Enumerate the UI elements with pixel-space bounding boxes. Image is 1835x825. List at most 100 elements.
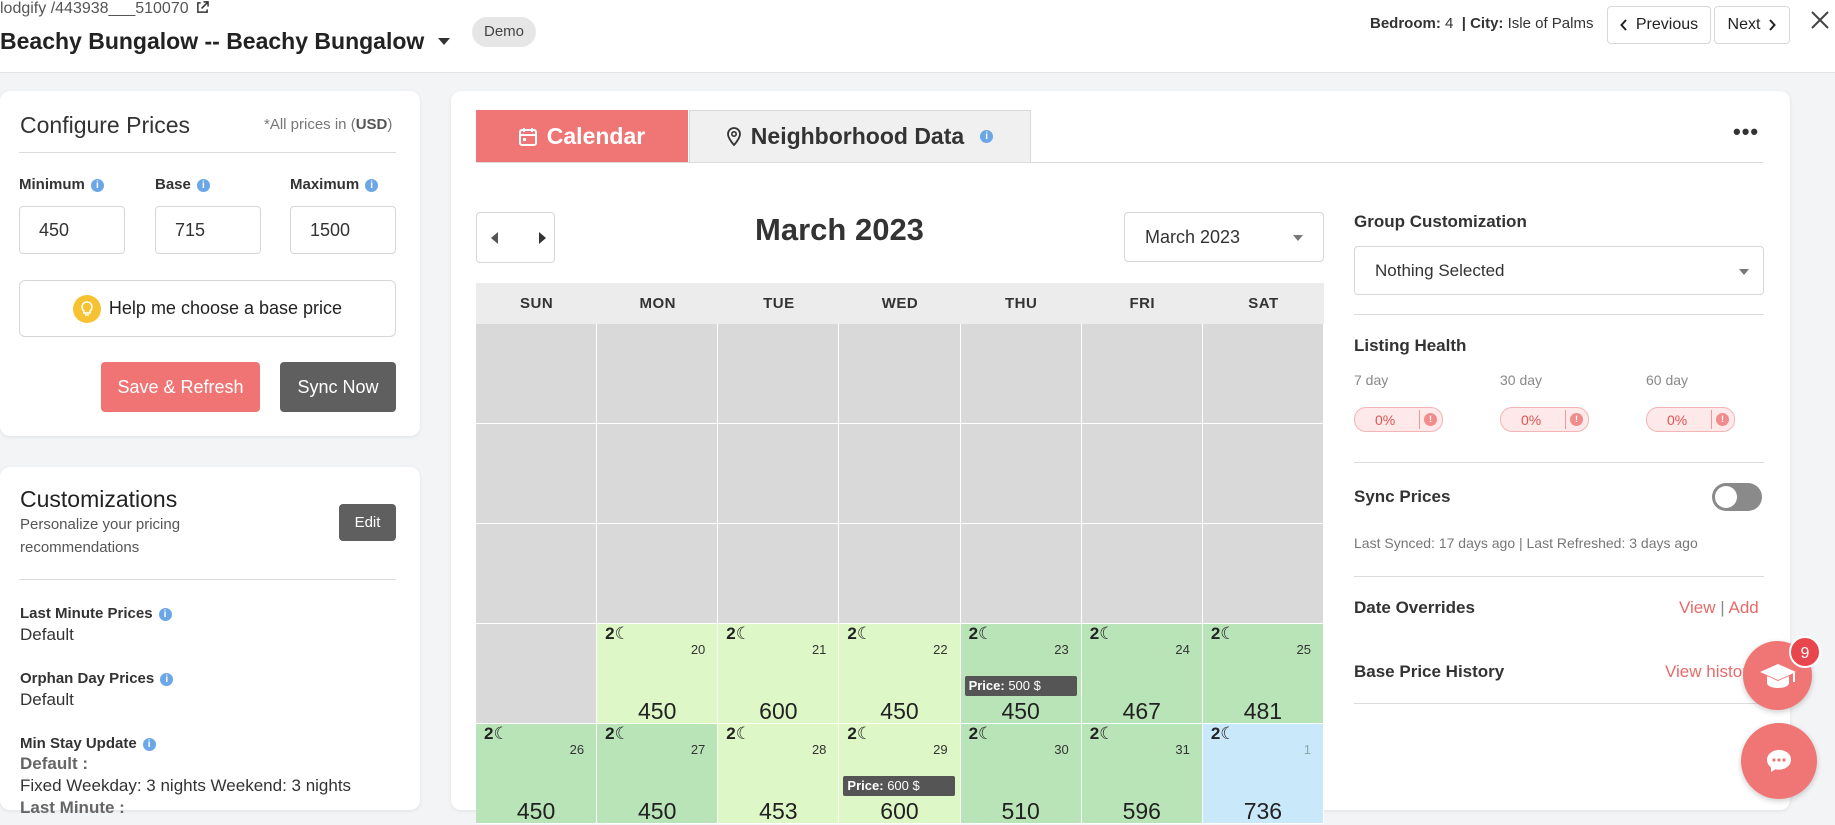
calendar-day-cell[interactable]: 2☾ 29 Price: 600 $600: [839, 724, 961, 824]
calendar-day-cell[interactable]: 2☾ 24 467: [1081, 624, 1203, 724]
alert-icon[interactable]: !: [1570, 413, 1583, 426]
calendar-day-cell[interactable]: 2☾ 20 450: [597, 624, 719, 724]
info-icon[interactable]: i: [142, 738, 156, 751]
lightbulb-icon: [72, 294, 101, 323]
min-nights-moon-icon: 2☾: [1089, 624, 1115, 643]
month-select[interactable]: March 2023: [1124, 212, 1324, 262]
calendar-day-cell: [839, 424, 961, 524]
calendar-day-cell[interactable]: 2☾ 25 481: [1202, 624, 1324, 724]
demo-badge: Demo: [472, 17, 537, 47]
info-icon[interactable]: i: [196, 179, 210, 192]
date-overrides-links: View | Add: [1679, 598, 1759, 618]
calendar-day-cell[interactable]: 2☾ 23 Price: 500 $450: [960, 624, 1082, 724]
base-label: Base i: [155, 176, 210, 193]
divider: [1354, 314, 1764, 315]
view-overrides-link[interactable]: View: [1679, 598, 1716, 617]
listing-title: Beachy Bungalow -- Beachy Bungalow: [0, 28, 425, 54]
add-override-link[interactable]: Add: [1729, 598, 1759, 617]
min-nights-moon-icon: 2☾: [726, 724, 751, 743]
tab-neighborhood-label: Neighborhood Data: [750, 123, 965, 149]
calendar-day-cell: [839, 324, 961, 424]
info-icon[interactable]: i: [160, 673, 174, 686]
calendar-day-cell: [718, 324, 840, 424]
info-icon[interactable]: i: [980, 130, 994, 143]
min-nights-moon-icon: 2☾: [968, 724, 994, 743]
last-minute-prices-label: Last Minute Prices i: [20, 605, 172, 622]
listing-title-dropdown[interactable]: Beachy Bungalow -- Beachy Bungalow: [0, 28, 451, 55]
save-refresh-button[interactable]: Save & Refresh: [101, 362, 260, 412]
day-price: 450: [638, 698, 677, 724]
day-price: 450: [880, 698, 919, 724]
calendar-day-cell: [476, 624, 598, 724]
base-label-text: Base: [155, 176, 191, 193]
min-nights-moon-icon: 2☾: [605, 724, 630, 743]
calendar-day-cell[interactable]: 2☾ 1 736: [1202, 724, 1324, 824]
next-button[interactable]: Next: [1714, 6, 1790, 44]
calendar-day-cell: [718, 424, 840, 524]
info-icon[interactable]: i: [158, 608, 172, 621]
base-price-history-label: Base Price History: [1354, 662, 1505, 681]
chat-button[interactable]: [1741, 723, 1817, 799]
listing-health-label: Listing Health: [1354, 336, 1467, 355]
external-link-icon[interactable]: [196, 1, 209, 14]
calendar-day-cell: [960, 524, 1082, 624]
weekday-header: SAT: [1248, 295, 1279, 312]
calendar-day-cell[interactable]: 2☾ 28 453: [718, 724, 840, 824]
last-minute-prices-text: Last Minute Prices: [20, 605, 153, 622]
graduation-cap-icon: [1759, 663, 1796, 688]
more-options-icon[interactable]: •••: [1733, 119, 1759, 145]
alert-icon[interactable]: !: [1424, 413, 1437, 426]
group-customization-label: Group Customization: [1354, 212, 1527, 231]
base-price-input[interactable]: 715: [155, 206, 261, 254]
health-7day-value: 0%: [1375, 412, 1396, 428]
divider: [1354, 576, 1764, 577]
previous-button[interactable]: Previous: [1607, 6, 1711, 44]
divider: [19, 152, 396, 153]
chevron-right-icon[interactable]: [539, 232, 546, 244]
customizations-title: Customizations: [20, 486, 178, 512]
help-choose-base-price-button[interactable]: Help me choose a base price: [19, 280, 396, 337]
alert-icon[interactable]: !: [1716, 413, 1729, 426]
calendar-day-cell: [1081, 424, 1203, 524]
calendar-day-cell[interactable]: 2☾ 27 450: [597, 724, 719, 824]
calendar-day-cell[interactable]: 2☾ 22 450: [839, 624, 961, 724]
maximum-price-input[interactable]: 1500: [290, 206, 396, 254]
info-icon[interactable]: i: [90, 179, 104, 192]
calendar-day-cell[interactable]: 2☾ 21 600: [718, 624, 840, 724]
day-price: 600: [880, 798, 919, 824]
chevron-left-icon[interactable]: [491, 232, 498, 244]
day-price: 596: [1122, 798, 1161, 824]
day-price: 450: [516, 798, 556, 824]
sync-now-button[interactable]: Sync Now: [280, 362, 396, 412]
info-icon[interactable]: i: [365, 179, 379, 192]
weekday-header: WED: [881, 295, 919, 312]
weekday-header: TUE: [763, 295, 795, 312]
minimum-label: Minimum i: [19, 176, 104, 193]
group-customization-select[interactable]: Nothing Selected: [1354, 246, 1764, 295]
calendar-day-cell: [1081, 524, 1203, 624]
calendar-day-cell: [597, 324, 719, 424]
day-number: 24: [1175, 642, 1190, 657]
calendar-day-cell[interactable]: 2☾ 31 596: [1081, 724, 1203, 824]
edit-customizations-button[interactable]: Edit: [339, 504, 396, 541]
help-label: Help me choose a base price: [108, 298, 343, 318]
sync-prices-toggle[interactable]: [1712, 483, 1762, 511]
divider: [1354, 703, 1764, 704]
listing-id: 443938___510070: [55, 0, 189, 17]
day-price: 481: [1243, 698, 1283, 724]
minimum-price-input[interactable]: 450: [19, 206, 125, 254]
calendar-day-cell[interactable]: 2☾ 26 450: [476, 724, 598, 824]
city-label: City:: [1470, 15, 1504, 32]
breadcrumb[interactable]: lodgify /443938___510070: [0, 0, 209, 18]
tab-neighborhood-data[interactable]: Neighborhood Data i: [689, 110, 1031, 163]
day-price: 453: [759, 798, 798, 824]
divider: [19, 579, 396, 580]
calendar-day-cell[interactable]: 2☾ 30 510: [960, 724, 1082, 824]
close-icon[interactable]: [1808, 8, 1832, 32]
min-nights-moon-icon: 2☾: [1089, 724, 1115, 743]
tab-calendar[interactable]: Calendar: [476, 110, 688, 163]
tab-underline: [476, 162, 1763, 163]
sync-prices-label: Sync Prices: [1354, 487, 1451, 506]
price-override-value: 500 $: [1008, 678, 1041, 693]
maximum-label-text: Maximum: [290, 176, 360, 193]
